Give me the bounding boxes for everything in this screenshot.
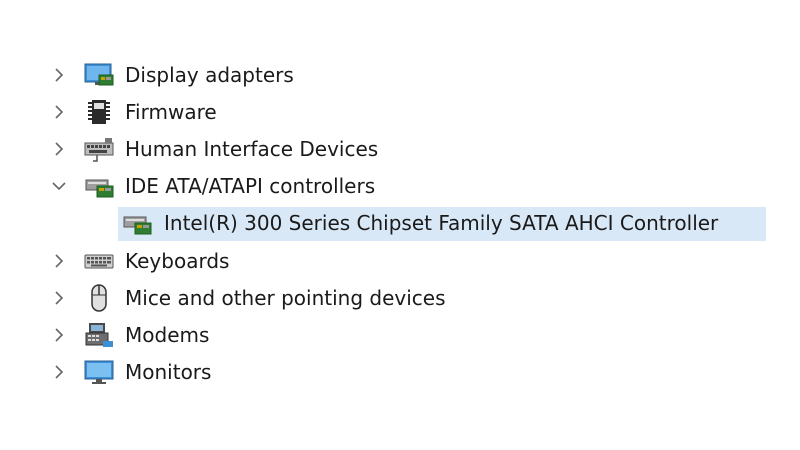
tree-item-keyboards[interactable]: Keyboards — [0, 246, 320, 276]
tree-item-label: Intel(R) 300 Series Chipset Family SATA … — [164, 211, 719, 235]
tree-item-mice-and-other-pointing-devices[interactable]: Mice and other pointing devices — [0, 283, 500, 313]
modem-icon — [82, 320, 116, 350]
display-adapter-icon — [82, 60, 116, 90]
chevron-down-icon[interactable] — [50, 177, 68, 195]
tree-item-label: Firmware — [125, 100, 217, 124]
chevron-right-icon[interactable] — [50, 140, 68, 158]
tree-item-label: Modems — [125, 323, 210, 347]
chevron-right-icon[interactable] — [50, 252, 68, 270]
tree-item-human-interface-devices[interactable]: Human Interface Devices — [0, 134, 420, 164]
chevron-right-icon[interactable] — [50, 363, 68, 381]
tree-item-monitors[interactable]: Monitors — [0, 357, 320, 387]
tree-item-label: IDE ATA/ATAPI controllers — [125, 174, 376, 198]
chevron-right-icon[interactable] — [50, 326, 68, 344]
tree-item-label: Monitors — [125, 360, 212, 384]
mouse-icon — [82, 283, 116, 313]
ide-controller-icon — [82, 171, 116, 201]
tree-item-display-adapters[interactable]: Display adapters — [0, 60, 320, 90]
chevron-right-icon[interactable] — [50, 103, 68, 121]
tree-item-label: Keyboards — [125, 249, 230, 273]
keyboard-icon — [82, 246, 116, 276]
tree-item-ide-ata-atapi-controllers[interactable]: IDE ATA/ATAPI controllers — [0, 171, 420, 201]
tree-item-firmware[interactable]: Firmware — [0, 97, 320, 127]
hid-keyboard-icon — [82, 134, 116, 164]
device-manager-tree: Display adapters Firmware Human Interfac… — [0, 0, 800, 450]
chevron-right-icon[interactable] — [50, 66, 68, 84]
tree-item-modems[interactable]: Modems — [0, 320, 320, 350]
tree-item-label: Display adapters — [125, 63, 294, 87]
tree-item-label: Human Interface Devices — [125, 137, 379, 161]
monitor-icon — [82, 357, 116, 387]
firmware-chip-icon — [82, 97, 116, 127]
tree-item-intel-sata-ahci-controller[interactable]: Intel(R) 300 Series Chipset Family SATA … — [118, 208, 766, 238]
tree-item-label: Mice and other pointing devices — [125, 286, 446, 310]
sata-controller-icon — [120, 208, 154, 238]
chevron-right-icon[interactable] — [50, 289, 68, 307]
